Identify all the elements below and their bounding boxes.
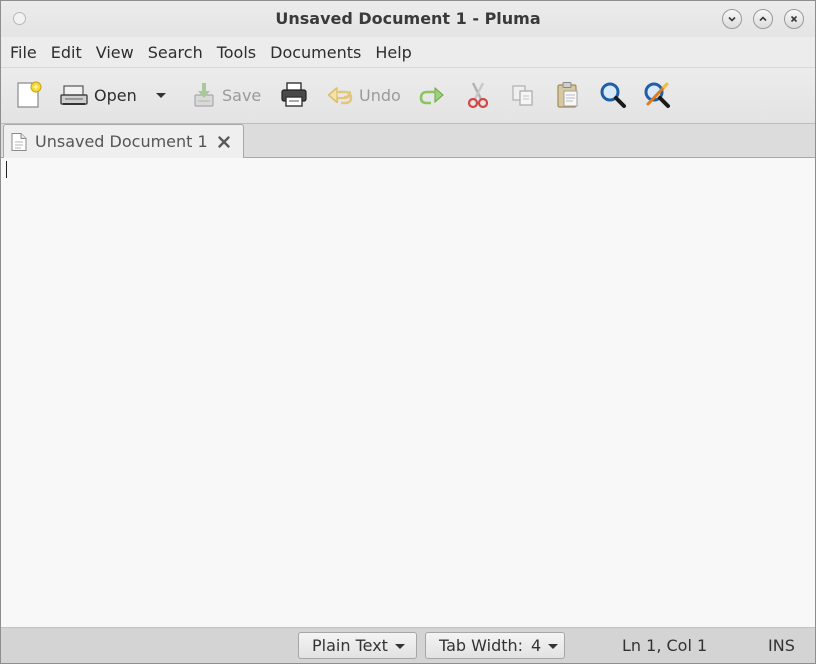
dropdown-arrow-icon [156,93,166,98]
paste-button[interactable] [554,80,582,110]
maximize-button[interactable] [753,9,773,29]
pluma-window: Unsaved Document 1 - Pluma File Edit Vie… [0,0,816,664]
status-bar: Plain Text Tab Width: 4 Ln 1, Col 1 INS [1,628,815,663]
window-title: Unsaved Document 1 - Pluma [275,9,541,28]
document-icon [11,132,27,151]
menu-tools[interactable]: Tools [210,39,263,66]
text-cursor [6,161,7,178]
find-replace-button[interactable] [642,80,672,110]
find-button[interactable] [598,80,628,110]
close-icon [790,15,798,23]
chevron-down-icon [728,16,736,22]
menu-documents[interactable]: Documents [263,39,368,66]
menu-edit[interactable]: Edit [44,39,89,66]
search-icon [600,82,626,108]
undo-button[interactable]: Undo [326,80,401,110]
tab-width-value: 4 [531,636,542,655]
open-recent-dropdown[interactable] [154,80,168,110]
paste-icon [557,82,578,108]
menu-help[interactable]: Help [368,39,418,66]
tab-unsaved-document-1[interactable]: Unsaved Document 1 [3,124,244,158]
menu-search[interactable]: Search [141,39,210,66]
language-label: Plain Text [312,636,388,655]
new-document-icon [17,81,42,108]
insert-mode: INS [768,636,795,655]
menu-view[interactable]: View [89,39,141,66]
undo-label: Undo [359,85,401,105]
print-button[interactable] [279,80,309,110]
print-icon [281,82,307,107]
undo-icon [327,86,353,105]
redo-icon [419,86,444,105]
title-bar: Unsaved Document 1 - Pluma [1,1,815,37]
save-button[interactable]: Save [191,80,261,110]
menu-bar: File Edit View Search Tools Documents He… [1,37,815,68]
copy-button[interactable] [509,80,537,110]
new-button[interactable] [15,80,43,110]
search-replace-icon [644,82,670,108]
tab-width-label: Tab Width: [439,636,524,655]
tab-label: Unsaved Document 1 [35,132,208,151]
dropdown-arrow-icon [394,643,405,649]
chevron-up-icon [759,16,767,22]
menu-file[interactable]: File [3,39,44,66]
open-label: Open [94,85,137,105]
close-window-button[interactable] [784,9,804,29]
open-button[interactable]: Open [59,80,137,110]
cursor-position: Ln 1, Col 1 [622,636,708,655]
cut-icon [467,82,489,109]
redo-button[interactable] [417,80,447,110]
open-folder-icon [60,85,88,105]
save-label: Save [222,85,262,105]
language-selector[interactable]: Plain Text [298,632,417,659]
toolbar: Open Save Undo [1,68,815,124]
dropdown-arrow-icon [548,643,559,649]
minimize-button[interactable] [722,9,742,29]
close-tab-icon[interactable] [217,135,231,149]
save-icon [194,83,214,107]
cut-button[interactable] [464,80,492,110]
tab-width-selector[interactable]: Tab Width: 4 [425,632,565,659]
copy-icon [512,85,533,106]
text-editor[interactable] [1,158,815,628]
document-tab-strip: Unsaved Document 1 [1,124,815,158]
